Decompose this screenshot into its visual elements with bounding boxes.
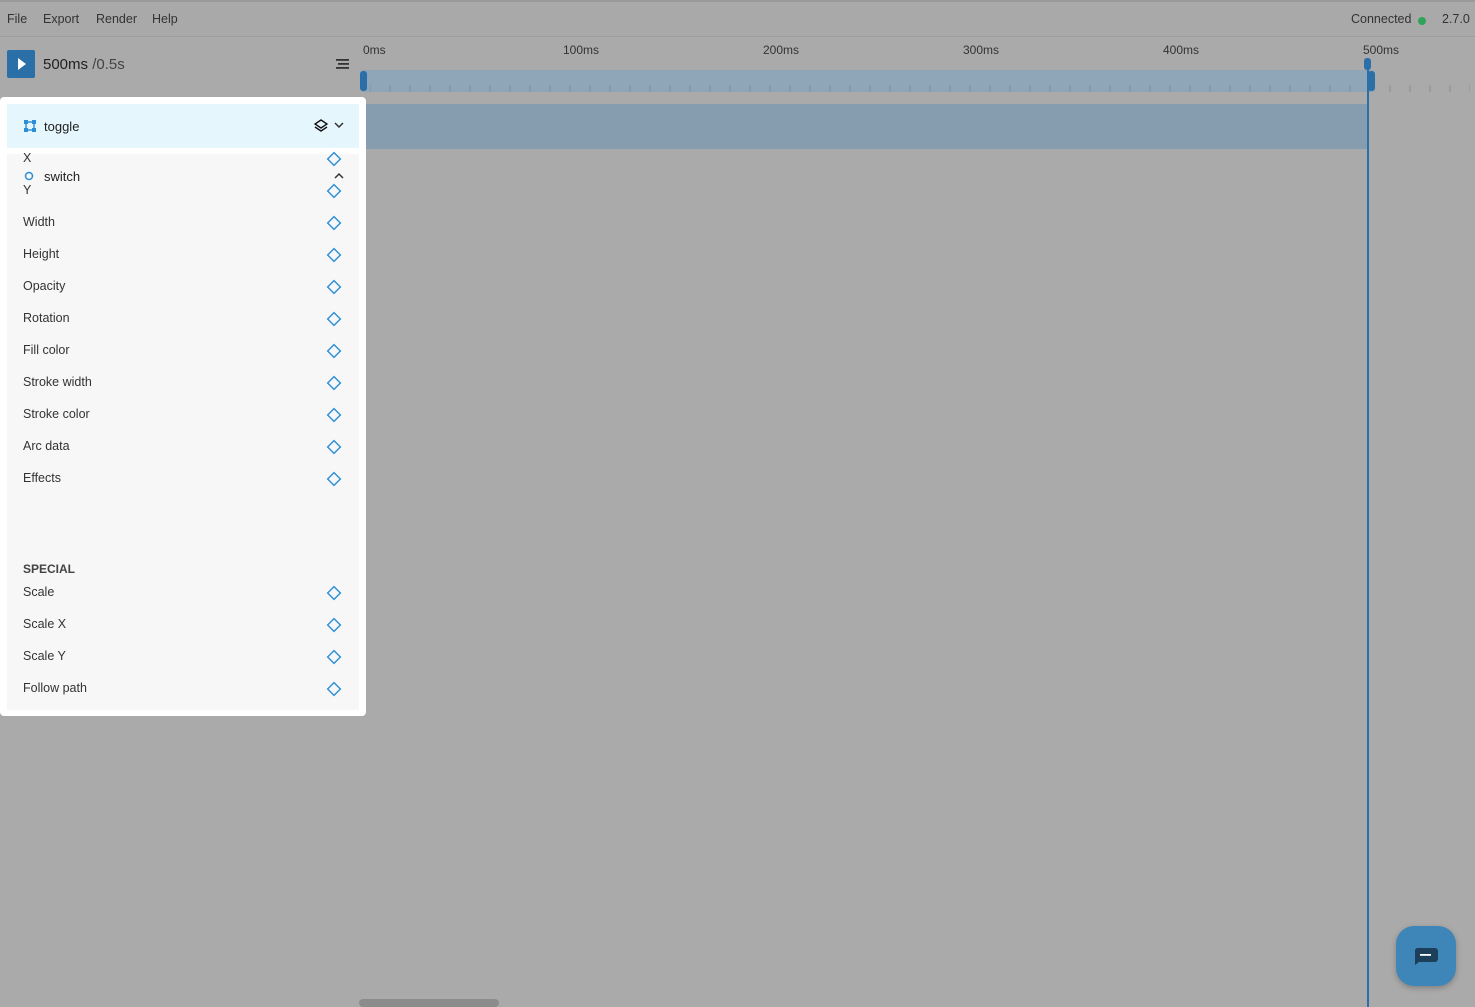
playhead-handle[interactable] [1364,58,1371,70]
keyframe-diamond-icon[interactable] [326,617,342,633]
menu-help[interactable]: Help [152,12,178,26]
chat-button[interactable] [1396,926,1456,986]
play-icon [18,58,26,70]
keyframe-diamond-icon[interactable] [326,311,342,327]
keyframe-diamond-icon[interactable] [326,407,342,423]
menu-bar: File Export Render Help Connected 2.7.0 [0,2,1475,37]
property-row[interactable]: Fill color [7,335,359,367]
property-row[interactable]: Width [7,207,359,239]
play-button[interactable] [7,50,35,78]
keyframe-diamond-icon[interactable] [326,681,342,697]
current-time: 500ms [43,56,89,73]
shape-properties: switch X Y Width Height Opacity Rotation Fill … [7,151,359,710]
property-label: Scale X [23,617,67,631]
property-row[interactable]: Height [7,239,359,271]
time-display: 500ms /0.5s [43,56,125,73]
property-label: Stroke color [23,407,90,421]
property-row[interactable]: Stroke width [7,367,359,399]
layers-icon[interactable] [314,119,328,133]
menu-file[interactable]: File [7,12,27,26]
tick-label: 300ms [963,43,1000,57]
property-label: Rotation [23,311,70,325]
property-label: Y [23,183,32,197]
menu-render[interactable]: Render [96,12,137,26]
special-section-title: SPECIAL [23,562,76,576]
property-label: Opacity [23,279,66,293]
keyframe-diamond-icon[interactable] [326,279,342,295]
keyframe-diamond-icon[interactable] [326,247,342,263]
list-icon [336,59,349,69]
tick-label: 500ms [1363,43,1400,57]
keyframe-diamond-icon[interactable] [326,151,342,167]
horizontal-scrollbar[interactable] [359,999,499,1007]
special-property-row[interactable]: Scale Y [7,641,359,673]
keyframe-diamond-icon[interactable] [326,649,342,665]
property-row[interactable]: Y [7,175,359,207]
property-row[interactable]: X [7,143,359,175]
keyframe-diamond-icon[interactable] [326,215,342,231]
tick-label: 200ms [763,43,800,57]
property-label: Stroke width [23,375,92,389]
property-row[interactable]: Rotation [7,303,359,335]
keyframe-diamond-icon[interactable] [326,343,342,359]
property-row[interactable]: Effects [7,463,359,495]
keyframe-diamond-icon[interactable] [326,183,342,199]
tick-label: 100ms [563,43,600,57]
property-label: Effects [23,471,61,485]
menu-export[interactable]: Export [43,12,79,26]
range-start-handle[interactable] [360,71,367,91]
property-label: X [23,151,32,165]
list-button[interactable] [334,56,352,72]
range-end-handle[interactable] [1368,71,1375,91]
property-label: Follow path [23,681,87,695]
special-property-row[interactable]: Scale [7,577,359,609]
playback-controls: 500ms /0.5s [0,37,360,93]
property-label: Fill color [23,343,70,357]
property-row[interactable]: Opacity [7,271,359,303]
special-property-row[interactable]: Follow path [7,673,359,705]
keyframe-diamond-icon[interactable] [326,471,342,487]
total-duration: /0.5s [92,56,125,73]
property-row[interactable]: Arc data [7,431,359,463]
tick-label: 400ms [1163,43,1200,57]
property-label: Width [23,215,55,229]
property-label: Height [23,247,60,261]
keyframe-diamond-icon[interactable] [326,439,342,455]
keyframe-diamond-icon[interactable] [326,375,342,391]
property-label: Arc data [23,439,70,453]
property-label: Scale [23,585,55,599]
property-row[interactable]: Stroke color [7,399,359,431]
property-label: Scale Y [23,649,66,663]
status-dot-icon [1418,17,1426,25]
layer-track-bar[interactable] [360,104,1367,149]
special-property-row[interactable]: Scale X [7,609,359,641]
keyframe-diamond-icon[interactable] [326,585,342,601]
frame-icon [24,120,36,132]
app-version: 2.7.0 [1442,12,1470,26]
layer-name: toggle [44,119,80,134]
chat-icon [1414,948,1438,965]
tick-label: 0ms [363,43,386,57]
layer-row-toggle[interactable]: toggle [7,104,359,148]
minor-ticks [370,85,1470,92]
connection-status: Connected [1351,12,1412,26]
chevron-down-icon[interactable] [333,119,345,131]
playhead-line[interactable] [1367,62,1369,1007]
properties-panel: toggle switch X Y Width Height Opacity Rotati… [0,97,366,716]
